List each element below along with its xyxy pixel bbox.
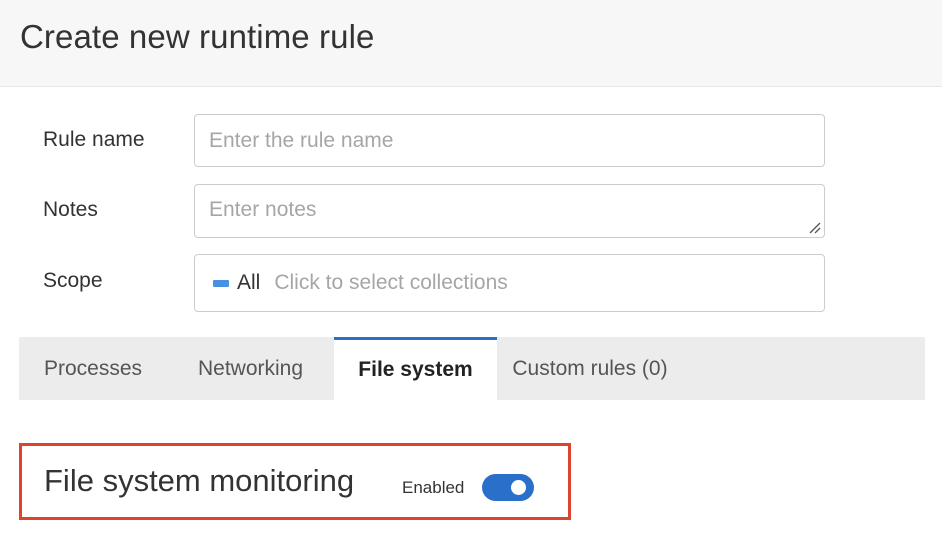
resize-handle-icon[interactable] [807,220,821,234]
scope-selector[interactable]: All Click to select collections [194,254,825,312]
tab-networking[interactable]: Networking [167,337,334,400]
toggle-label: Enabled [402,478,465,497]
rule-tabs: Processes Networking File system Custom … [19,337,925,400]
scope-marker-icon [213,279,229,287]
rule-name-field[interactable] [194,114,825,167]
tab-processes[interactable]: Processes [19,337,167,400]
page-title: Create new runtime rule [20,18,375,55]
tab-file-system[interactable]: File system [334,337,497,400]
rule-name-label: Rule name [43,128,145,151]
rule-name-input[interactable] [195,115,824,166]
notes-label: Notes [43,198,98,221]
page-header: Create new runtime rule [0,0,942,87]
section-title: File system monitoring [44,463,355,498]
notes-textarea[interactable] [195,185,824,237]
scope-selected-value: All [237,271,261,294]
toggle-knob [511,480,526,495]
tab-custom-rules[interactable]: Custom rules (0) [497,337,683,400]
enabled-toggle[interactable] [482,474,534,501]
scope-placeholder: Click to select collections [274,271,508,294]
notes-field[interactable] [194,184,825,238]
scope-label: Scope [43,269,103,292]
